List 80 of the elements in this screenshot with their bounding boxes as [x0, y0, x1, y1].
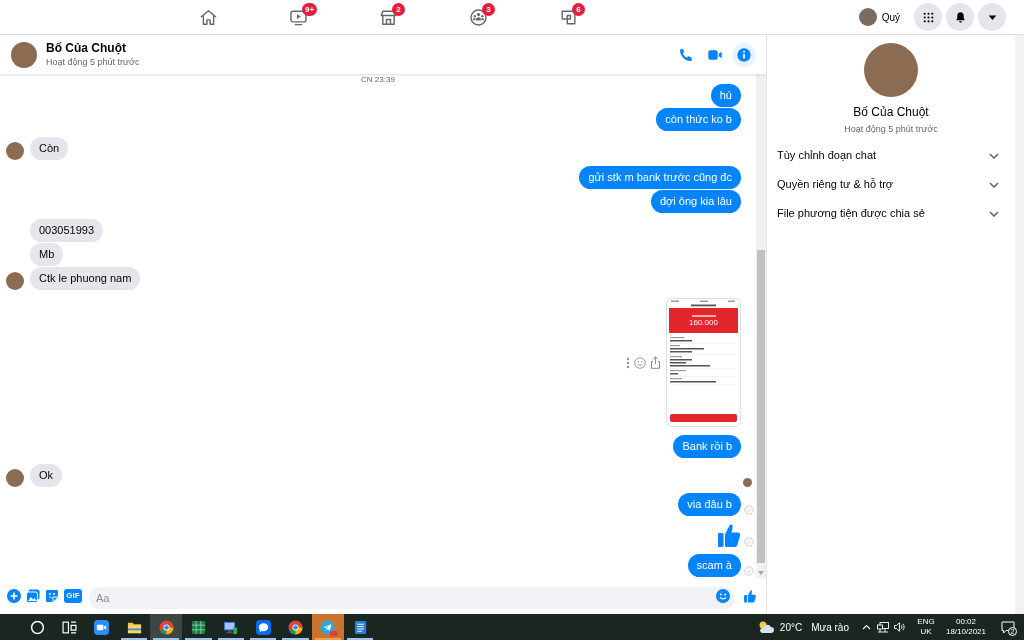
notification-badge: 6	[572, 3, 585, 16]
notification-badge: 9+	[302, 3, 318, 16]
sticker-button[interactable]	[45, 589, 59, 603]
nav-tab[interactable]: 3	[433, 0, 523, 34]
task-view-icon	[61, 619, 77, 635]
nested-squares-icon	[558, 7, 578, 27]
language-button[interactable]: ENG UK	[915, 614, 937, 640]
message-bubble: 003051993	[30, 219, 104, 242]
avatar	[858, 8, 877, 26]
nav-tab[interactable]: 6	[523, 0, 613, 34]
info-section[interactable]: Tùy chỉnh đoạn chat	[767, 141, 1015, 170]
thumbs-up-icon	[743, 589, 757, 603]
document-icon	[352, 619, 368, 635]
avatar	[11, 41, 37, 68]
store-icon	[378, 7, 398, 27]
info-section[interactable]: File phương tiện được chia sẻ	[767, 199, 1015, 228]
active-status: Hoạt động 5 phút trước	[46, 56, 140, 68]
info-icon	[736, 46, 752, 63]
scrollbar-thumb[interactable]	[757, 250, 765, 563]
circle-icon	[29, 619, 45, 635]
add-button[interactable]	[7, 589, 21, 603]
speaker-icon	[894, 622, 905, 632]
sticker-icon	[45, 589, 59, 603]
browser-icon	[158, 619, 174, 635]
transfer-screenshot[interactable]: 160.000	[666, 298, 741, 427]
active-status: Hoạt động 5 phút trước	[844, 123, 938, 135]
chat-bubble-app-icon	[255, 619, 271, 635]
arrow-down-icon	[758, 571, 764, 575]
amount-text: 160.000	[689, 317, 718, 327]
smiley-icon	[634, 356, 646, 369]
avatar	[864, 43, 918, 97]
round-menu-button[interactable]	[946, 3, 974, 31]
info-section[interactable]: Quyền riêng tư & hỗ trợ	[767, 170, 1015, 199]
message-bubble: scam à	[687, 554, 741, 577]
message-bubble: hú	[710, 84, 741, 107]
plus-circle-icon	[7, 589, 21, 603]
message-bubble: Còn	[30, 137, 69, 160]
notification-badge: 2	[392, 3, 405, 16]
screenshot-button-drawing	[670, 414, 737, 422]
nav-tab[interactable]: 2	[343, 0, 433, 34]
video-camera-app-icon	[94, 619, 110, 635]
home-icon	[198, 7, 218, 27]
gif-button[interactable]: GIF	[64, 589, 82, 603]
monitor-icon	[223, 619, 239, 635]
clock-button[interactable]: 00:02 18/10/2021	[945, 614, 987, 640]
profile-button[interactable]: Quý	[858, 4, 910, 30]
smiley-icon	[716, 589, 730, 603]
grid-icon	[921, 10, 935, 24]
browser-icon	[288, 619, 303, 635]
chevron-up-icon	[861, 624, 871, 630]
network-icon	[876, 621, 889, 633]
nav-tab[interactable]: 9+	[253, 0, 343, 34]
photo-button[interactable]	[26, 589, 40, 603]
banner-caption-drawing	[691, 314, 716, 317]
weather-button[interactable]: 20°C Mưa rào	[752, 614, 853, 640]
like-button[interactable]	[743, 589, 757, 603]
message-bubble: Mb	[30, 243, 64, 266]
message-bubble: đợi ông kia lâu	[650, 190, 741, 213]
taskbar-app-button[interactable]	[150, 614, 183, 640]
seen-avatar	[743, 478, 752, 487]
message-input[interactable]: Aa	[89, 587, 735, 609]
message-bubble: Ok	[30, 464, 63, 487]
spreadsheet-icon	[191, 619, 207, 635]
contact-name[interactable]: Bố Của Chuột	[46, 41, 140, 56]
contact-name: Bố Của Chuột	[853, 105, 929, 120]
message-bubble: gửi stk m bank trước cũng đc	[579, 166, 741, 189]
paper-plane-icon	[320, 619, 336, 635]
phone-icon	[678, 46, 694, 63]
image-icon	[26, 589, 40, 603]
taskbar-app-button[interactable]	[311, 614, 344, 640]
timestamp: CN 23:39	[361, 75, 395, 84]
share-icon	[650, 356, 661, 369]
header-action-button[interactable]	[732, 42, 756, 67]
message-bubble: còn thức ko b	[656, 108, 741, 131]
message-bubble: via đâu b	[678, 493, 741, 516]
message-bubble: Ctk le phuong nam	[30, 267, 141, 290]
round-menu-button[interactable]	[914, 3, 942, 31]
message-bubble: Bank rồi b	[673, 435, 741, 458]
notification-badge: 3	[482, 3, 495, 16]
people-icon	[468, 7, 488, 27]
